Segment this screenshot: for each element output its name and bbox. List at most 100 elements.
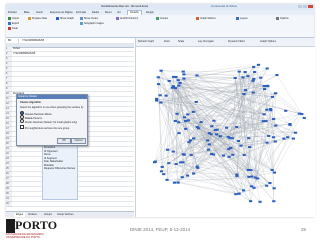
tab-formulas[interactable]: Fórmulas <box>76 11 86 15</box>
graph-vertex[interactable] <box>230 137 234 140</box>
graph-vertex[interactable] <box>242 93 246 96</box>
graph-vertex[interactable] <box>297 112 301 115</box>
graph-vertex[interactable] <box>174 163 178 166</box>
tab-base[interactable]: Base <box>24 11 30 15</box>
graph-vertex[interactable] <box>207 143 211 146</box>
scale-control[interactable]: Scale <box>178 40 184 44</box>
show-graph-button[interactable]: Show Graph <box>56 17 74 21</box>
graph-vertex[interactable] <box>270 95 275 98</box>
graph-vertex[interactable] <box>246 168 250 171</box>
graph-vertex[interactable] <box>187 141 191 144</box>
graph-vertex[interactable] <box>175 112 179 115</box>
neighborless-checkbox[interactable]: Put neighborless vertices into one group <box>20 125 85 131</box>
graph-vertex[interactable] <box>253 71 257 74</box>
graph-vertex[interactable] <box>206 148 210 151</box>
graph-vertex[interactable] <box>182 153 186 156</box>
graph-vertex[interactable] <box>153 161 157 164</box>
sheet-tab-edges[interactable]: Edges <box>14 213 26 217</box>
graph-vertex[interactable] <box>262 113 266 116</box>
graph-vertex[interactable] <box>258 200 262 203</box>
tab-nodexl[interactable]: NodeXL <box>127 10 143 15</box>
graph-vertex[interactable] <box>167 162 171 165</box>
graph-vertex[interactable] <box>181 70 185 73</box>
dynamic-filters-button[interactable]: Dynamic Filters <box>228 40 245 44</box>
graph-vertex[interactable] <box>246 75 250 78</box>
sheet-tab-group-vertices[interactable]: Group Vertices <box>57 213 74 217</box>
graph-vertex[interactable] <box>265 108 269 111</box>
graph-vertex[interactable] <box>235 175 239 178</box>
graph-vertex[interactable] <box>164 94 168 97</box>
graph-vertex[interactable] <box>214 133 219 136</box>
graph-vertex[interactable] <box>250 175 254 178</box>
graph-vertex[interactable] <box>162 173 166 176</box>
tab-dados[interactable]: Dados <box>92 11 99 15</box>
close-icon[interactable] <box>308 5 313 8</box>
graph-vertex[interactable] <box>177 121 181 124</box>
minimize-icon[interactable] <box>298 5 302 8</box>
tab-inserir[interactable]: Inserir <box>36 11 43 15</box>
prepare-data-button[interactable]: Prepare Data <box>28 17 47 21</box>
graph-vertex[interactable] <box>243 71 247 74</box>
graph-vertex[interactable] <box>218 135 222 138</box>
graph-vertex[interactable] <box>159 170 164 173</box>
network-graph[interactable] <box>136 46 315 217</box>
tab-rever[interactable]: Rever <box>105 11 112 15</box>
graph-vertex[interactable] <box>191 110 195 113</box>
lay-out-again-button[interactable]: Lay Out Again <box>198 40 214 44</box>
zoom-control[interactable]: Zoom <box>164 40 170 44</box>
graph-vertex[interactable] <box>215 128 219 131</box>
graph-vertex[interactable] <box>170 86 174 89</box>
graph-vertex[interactable] <box>206 139 210 142</box>
graph-vertex[interactable] <box>248 146 252 149</box>
radio-girvan[interactable]: Girvan-Newman (Slower; for small graphs … <box>20 119 85 125</box>
graph-vertex[interactable] <box>302 116 306 119</box>
graph-vertex[interactable] <box>286 136 290 139</box>
graph-vertex[interactable] <box>241 76 245 79</box>
graph-vertex[interactable] <box>177 84 181 87</box>
graph-vertex[interactable] <box>274 124 278 127</box>
graph-vertex[interactable] <box>265 67 269 70</box>
graph-vertex[interactable] <box>268 108 273 111</box>
graph-vertex[interactable] <box>194 100 198 103</box>
show-vertex-button[interactable]: Show Vertex <box>80 17 98 21</box>
graph-vertex[interactable] <box>233 77 237 80</box>
graph-vertex[interactable] <box>182 73 186 76</box>
graph-vertex[interactable] <box>156 76 160 79</box>
tab-ver[interactable]: Ver <box>117 11 121 15</box>
graph-vertex[interactable] <box>227 155 231 158</box>
graph-vertex[interactable] <box>264 120 268 123</box>
graph-vertex[interactable] <box>180 176 184 179</box>
graph-vertex[interactable] <box>271 136 276 139</box>
graph-vertex[interactable] <box>237 192 241 195</box>
graph-vertex[interactable] <box>284 109 288 112</box>
graph-vertex[interactable] <box>159 101 163 104</box>
graph-vertex[interactable] <box>176 181 180 184</box>
graph-vertex[interactable] <box>236 139 241 142</box>
graph-vertex[interactable] <box>247 137 251 140</box>
maximize-icon[interactable] <box>303 5 307 8</box>
graph-vertex[interactable] <box>242 154 246 157</box>
graph-vertex[interactable] <box>182 77 186 80</box>
graph-vertex[interactable] <box>234 193 238 196</box>
graph-vertex[interactable] <box>195 125 199 128</box>
graph-vertex[interactable] <box>273 140 277 143</box>
graph-vertex[interactable] <box>211 153 216 156</box>
graph-vertex[interactable] <box>271 118 276 121</box>
graph-vertex[interactable] <box>274 92 278 95</box>
graph-vertex[interactable] <box>267 134 271 137</box>
table-row[interactable] <box>12 202 134 207</box>
graph-vertex[interactable] <box>167 79 171 82</box>
graph-vertex[interactable] <box>262 88 267 91</box>
import-button[interactable]: Import <box>8 17 19 21</box>
graph-vertex[interactable] <box>247 175 251 178</box>
graph-vertex[interactable] <box>288 123 292 126</box>
graph-vertex[interactable] <box>249 169 253 172</box>
graph-vertex[interactable] <box>209 133 213 136</box>
graph-vertex[interactable] <box>195 165 199 168</box>
graph-vertex[interactable] <box>173 119 177 122</box>
graph-vertex[interactable] <box>188 139 192 142</box>
graph-vertex[interactable] <box>221 154 226 157</box>
graph-vertex[interactable] <box>210 125 214 128</box>
graph-vertex[interactable] <box>259 76 263 79</box>
graph-vertex[interactable] <box>192 137 196 140</box>
